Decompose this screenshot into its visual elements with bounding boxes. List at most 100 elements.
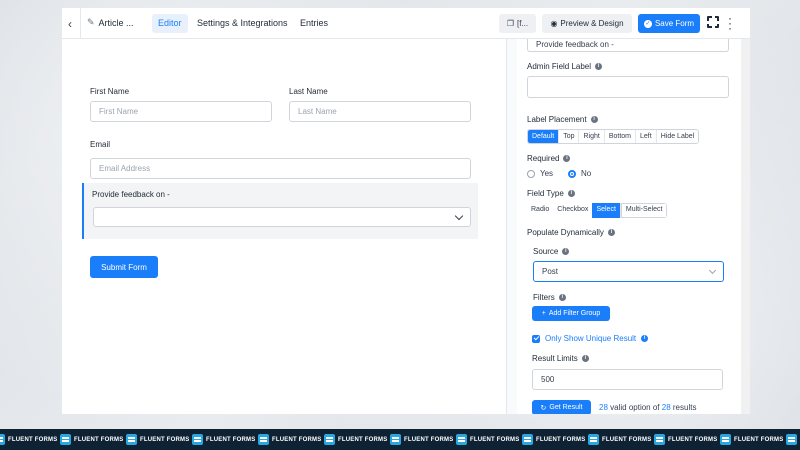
admin-field-input[interactable] bbox=[527, 76, 729, 98]
get-result-button[interactable]: ↻ Get Result bbox=[532, 400, 591, 414]
placement-hide-label[interactable]: Hide Label bbox=[656, 130, 699, 143]
label-placement-label: Label Placement i bbox=[527, 115, 598, 124]
info-icon: i bbox=[590, 116, 598, 123]
placement-left[interactable]: Left bbox=[636, 130, 657, 143]
add-filter-group-button[interactable]: + Add Filter Group bbox=[532, 306, 610, 321]
source-value: Post bbox=[542, 267, 559, 276]
brand-text: FLUENT FORMS bbox=[338, 436, 388, 443]
brand-text: FLUENT FORMS bbox=[206, 436, 256, 443]
fullscreen-icon[interactable] bbox=[706, 15, 720, 29]
brand-item: FLUENT FORMS bbox=[456, 434, 519, 445]
field-type-checkbox[interactable]: Checkbox bbox=[553, 203, 593, 218]
tab-editor[interactable]: Editor bbox=[152, 14, 188, 33]
brand-item: FLUENT FORMS bbox=[0, 434, 57, 445]
top-bar: ‹ ✎ Article ... Editor Settings & Integr… bbox=[62, 8, 750, 39]
info-icon: i bbox=[607, 229, 615, 236]
brand-item: FLUENT FORMS bbox=[192, 434, 255, 445]
email-input[interactable]: Email Address bbox=[90, 158, 471, 179]
back-button[interactable]: ‹ bbox=[62, 8, 78, 39]
result-end-text: results bbox=[672, 403, 697, 412]
info-icon: i bbox=[558, 294, 566, 301]
required-text: Required bbox=[527, 154, 560, 163]
placement-right[interactable]: Right bbox=[579, 130, 605, 143]
required-yes-text: Yes bbox=[540, 169, 554, 178]
form-title[interactable]: ✎ Article ... bbox=[87, 17, 134, 28]
brand-item: FLUENT FORMS bbox=[588, 434, 651, 445]
add-filter-text: Add Filter Group bbox=[548, 310, 601, 317]
admin-field-label-text: Admin Field Label bbox=[527, 62, 592, 71]
email-label: Email bbox=[90, 140, 111, 149]
checkbox-checked bbox=[532, 334, 540, 343]
brand-item: FLUENT FORMS bbox=[324, 434, 387, 445]
preview-design-button[interactable]: ◉ Preview & Design bbox=[542, 14, 632, 33]
get-result-text: Get Result bbox=[549, 404, 583, 411]
first-name-input[interactable]: First Name bbox=[90, 101, 272, 122]
submit-form-button[interactable]: Submit Form bbox=[90, 256, 158, 278]
required-yes-radio[interactable]: Yes bbox=[527, 169, 553, 178]
pencil-icon: ✎ bbox=[87, 17, 95, 27]
chevron-down-icon bbox=[708, 266, 717, 275]
shortcode-text: [f... bbox=[517, 19, 529, 28]
field-type-multiselect[interactable]: Multi-Select bbox=[620, 203, 668, 218]
feedback-field-selected[interactable]: Provide feedback on - bbox=[82, 183, 478, 239]
save-form-button[interactable]: ✓ Save Form bbox=[638, 14, 700, 33]
feedback-select[interactable] bbox=[93, 207, 471, 227]
field-type-text: Field Type bbox=[527, 189, 564, 198]
top-value-input[interactable]: Provide feedback on - bbox=[527, 39, 729, 52]
filters-text: Filters bbox=[533, 293, 555, 302]
info-icon: i bbox=[563, 155, 571, 162]
check-circle-icon: ✓ bbox=[643, 19, 652, 28]
required-no-radio[interactable]: No bbox=[568, 169, 591, 178]
brand-text: FLUENT FORMS bbox=[272, 436, 322, 443]
radio-circle-selected bbox=[568, 169, 576, 178]
brand-text: FLUENT FORMS bbox=[404, 436, 454, 443]
fluent-forms-logo-icon bbox=[258, 434, 269, 445]
result-total: 28 bbox=[661, 403, 671, 412]
source-label: Source i bbox=[533, 247, 570, 256]
brand-item: FLUENT FORMS bbox=[522, 434, 585, 445]
field-type-radio[interactable]: Radio bbox=[527, 203, 554, 218]
result-limits-input[interactable]: 500 bbox=[532, 369, 723, 390]
unique-result-checkbox[interactable]: Only Show Unique Result i bbox=[532, 334, 649, 343]
brand-item: FLUENT FORMS bbox=[390, 434, 453, 445]
placement-bottom[interactable]: Bottom bbox=[604, 130, 637, 143]
panel-scrollbar[interactable] bbox=[741, 39, 750, 414]
divider bbox=[80, 8, 81, 39]
form-canvas: First Name First Name Last Name Last Nam… bbox=[62, 39, 506, 414]
chevron-down-icon bbox=[454, 211, 464, 221]
info-icon: i bbox=[581, 355, 589, 362]
refresh-icon: ↻ bbox=[540, 404, 547, 412]
placement-top[interactable]: Top bbox=[559, 130, 580, 143]
chevron-left-icon: ‹ bbox=[68, 16, 72, 31]
source-text: Source bbox=[533, 247, 559, 256]
brand-text: FLUENT FORMS bbox=[140, 436, 190, 443]
shortcode-button[interactable]: ❐ [f... bbox=[499, 14, 536, 33]
last-name-input[interactable]: Last Name bbox=[289, 101, 471, 122]
preview-label: Preview & Design bbox=[560, 19, 624, 28]
brand-text: FLUENT FORMS bbox=[734, 436, 784, 443]
brand-item: FLUENT FORMS bbox=[654, 434, 717, 445]
brand-text: FLUENT FORMS bbox=[74, 436, 124, 443]
brand-item: FLUENT FORMS bbox=[720, 434, 783, 445]
more-menu-icon[interactable]: · · · bbox=[726, 12, 734, 34]
brand-item: FLUENT FORMS bbox=[60, 434, 123, 445]
brand-text: FLUENT FORMS bbox=[668, 436, 718, 443]
fluent-forms-logo-icon bbox=[192, 434, 203, 445]
source-select[interactable]: Post bbox=[533, 261, 724, 282]
fluent-forms-logo-icon bbox=[720, 434, 731, 445]
fluent-forms-logo-icon bbox=[126, 434, 137, 445]
radio-circle bbox=[527, 169, 535, 178]
field-type-select[interactable]: Select bbox=[592, 203, 621, 218]
brand-text: FLUENT FORMS bbox=[470, 436, 520, 443]
brand-text: FLUENT FORMS bbox=[536, 436, 586, 443]
info-icon: i bbox=[641, 335, 649, 342]
plus-icon: + bbox=[541, 310, 546, 317]
info-icon: i bbox=[595, 63, 603, 70]
tab-entries[interactable]: Entries bbox=[294, 14, 334, 33]
placement-default[interactable]: Default bbox=[528, 130, 560, 143]
filters-label: Filters i bbox=[533, 293, 566, 302]
tab-settings-integrations[interactable]: Settings & Integrations bbox=[191, 14, 294, 33]
app-window: ‹ ✎ Article ... Editor Settings & Integr… bbox=[62, 8, 750, 414]
fluent-forms-logo-icon bbox=[324, 434, 335, 445]
feedback-label: Provide feedback on - bbox=[92, 190, 170, 199]
